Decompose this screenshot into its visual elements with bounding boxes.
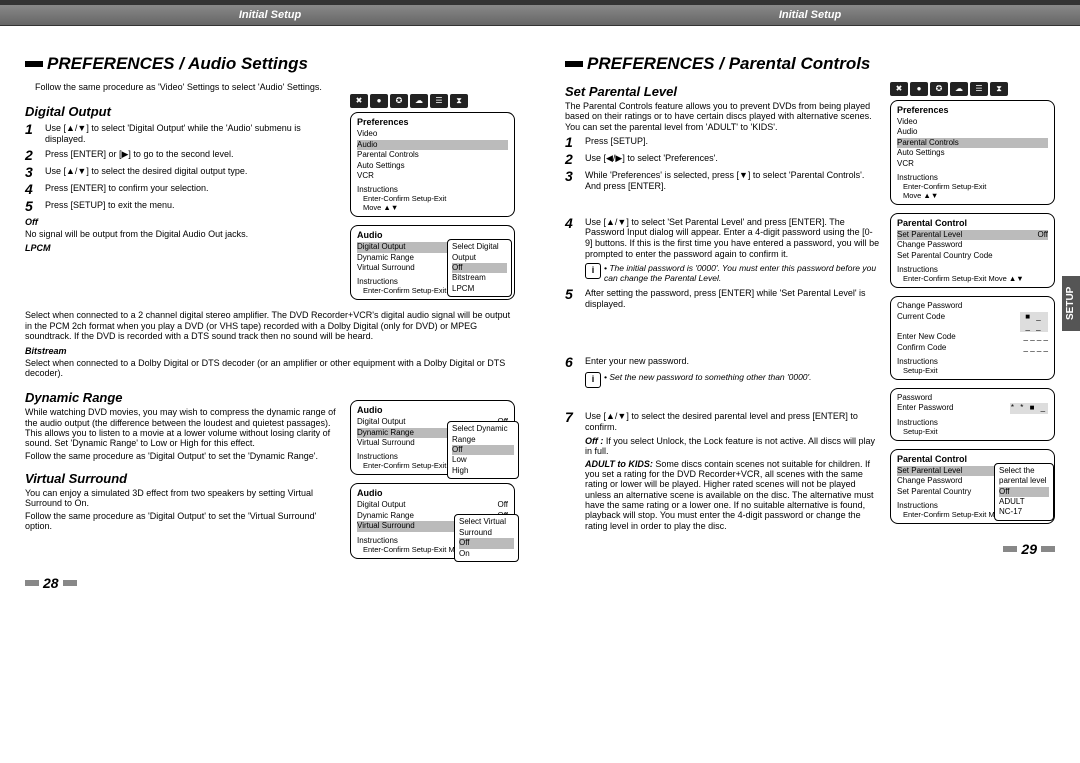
lpcm-label: LPCM — [25, 243, 340, 253]
adult-kids-note: ADULT to KIDS: Some discs contain scenes… — [585, 459, 880, 531]
osd-instr: Enter-Confirm Setup-Exit — [363, 194, 508, 203]
step-row: 3Use [▲/▼] to select the desired digital… — [25, 165, 340, 179]
osd-parental-1: Parental Control Set Parental LevelOff C… — [890, 213, 1055, 288]
osd-item: VCR — [357, 171, 508, 181]
osd-audio-digital: Audio Digital Output Dynamic Range Virtu… — [350, 225, 515, 300]
off-note: Off : If you select Unlock, the Lock fea… — [585, 436, 880, 457]
step-row: 2Press [ENTER] or [▶] to go to the secon… — [25, 148, 340, 162]
info-icon: i — [585, 263, 601, 279]
popup-item: Low — [452, 455, 514, 465]
side-tab-setup: SETUP — [1062, 276, 1080, 331]
page-left: PREFERENCES / Audio Settings Follow the … — [0, 26, 540, 601]
osd-popup: Select the parental level Off ADULT NC-1… — [994, 463, 1054, 521]
osd-change-password: Change Password Current Code■ _ _ _ Ente… — [890, 296, 1055, 380]
osd-popup: Select Virtual Surround Off On — [454, 514, 519, 562]
popup-item: Off — [452, 263, 507, 273]
osd-enter-password: Password Enter Password* * ■ _ Instructi… — [890, 388, 1055, 441]
step-row: 3While 'Preferences' is selected, press … — [565, 169, 880, 192]
osd-item: Auto Settings — [357, 161, 508, 171]
audio-intro: Follow the same procedure as 'Video' Set… — [35, 82, 515, 92]
step-row: 7Use [▲/▼] to select the desired parenta… — [565, 410, 880, 433]
step-row: 5After setting the password, press [ENTE… — [565, 287, 880, 310]
virtual-surround-title: Virtual Surround — [25, 471, 340, 486]
osd-audio-dynamic: Audio Digital OutputOff Dynamic Range Vi… — [350, 400, 515, 475]
vs-text2: Follow the same procedure as 'Digital Ou… — [25, 511, 340, 532]
osd-item: Video — [357, 129, 508, 139]
step-num: 4 — [25, 182, 45, 196]
vs-text1: You can enjoy a simulated 3D effect from… — [25, 488, 340, 509]
osd-prefs: Preferences Video Audio Parental Control… — [890, 100, 1055, 205]
info-icon: i — [585, 372, 601, 388]
osd-popup: Select Digital Output Off Bitstream LPCM — [447, 239, 512, 297]
popup-item: On — [459, 549, 514, 559]
step-text: Press [SETUP] to exit the menu. — [45, 199, 175, 213]
step-row: 5Press [SETUP] to exit the menu. — [25, 199, 340, 213]
dr-text2: Follow the same procedure as 'Digital Ou… — [25, 451, 340, 461]
step-text: Press [ENTER] or [▶] to go to the second… — [45, 148, 234, 162]
osd-title: Preferences — [357, 117, 508, 127]
section-title-audio: PREFERENCES / Audio Settings — [25, 54, 515, 74]
popup-item: Off — [459, 538, 514, 548]
digital-output-title: Digital Output — [25, 104, 340, 119]
info-note: i• The initial password is '0000'. You m… — [585, 263, 880, 283]
dynamic-range-title: Dynamic Range — [25, 390, 340, 405]
off-label: Off — [25, 217, 340, 227]
osd-title: Audio — [357, 488, 508, 498]
popup-item: High — [452, 466, 514, 476]
bitstream-text: Select when connected to a Dolby Digital… — [25, 358, 515, 379]
osd-row: Digital OutputOff — [357, 500, 508, 510]
osd-item: Parental Controls — [357, 150, 508, 160]
osd-item-hl: Audio — [357, 140, 508, 150]
osd-title: Preferences — [897, 105, 1048, 115]
page-right: PREFERENCES / Parental Controls Set Pare… — [540, 26, 1080, 601]
bitstream-label: Bitstream — [25, 346, 515, 356]
step-num: 3 — [25, 165, 45, 179]
popup-item: Bitstream — [452, 273, 507, 283]
osd-prefs: Preferences Video Audio Parental Control… — [350, 112, 515, 217]
popup-title: Select Virtual Surround — [459, 517, 514, 538]
step-row: 2Use [◀/▶] to select 'Preferences'. — [565, 152, 880, 166]
step-row: 1Press [SETUP]. — [565, 135, 880, 149]
osd-parental-2: Parental Control Set Parental Level Chan… — [890, 449, 1055, 524]
step-row: 4Use [▲/▼] to select 'Set Parental Level… — [565, 216, 880, 260]
pages: PREFERENCES / Audio Settings Follow the … — [0, 26, 1080, 601]
header-bar: Initial Setup Initial Setup — [0, 0, 1080, 26]
parental-intro: The Parental Controls feature allows you… — [565, 101, 880, 132]
osd-audio-vs: Audio Digital OutputOff Dynamic RangeOff… — [350, 483, 515, 558]
popup-title: Select Dynamic Range — [452, 424, 514, 445]
step-row: 1Use [▲/▼] to select 'Digital Output' wh… — [25, 122, 340, 145]
step-text: Use [▲/▼] to select 'Digital Output' whi… — [45, 122, 340, 145]
step-row: 6Enter your new password. — [565, 355, 880, 369]
popup-title: Select Digital Output — [452, 242, 507, 263]
info-note: i• Set the new password to something oth… — [585, 372, 880, 388]
step-text: Press [ENTER] to confirm your selection. — [45, 182, 209, 196]
step-num: 5 — [25, 199, 45, 213]
step-row: 4Press [ENTER] to confirm your selection… — [25, 182, 340, 196]
osd-icon-bar: ✖●✪☁☰⧗ — [890, 82, 1055, 96]
page-num-right: 29 — [565, 541, 1055, 557]
step-num: 1 — [25, 122, 45, 145]
osd-instr: Move ▲▼ — [363, 203, 508, 212]
step-num: 2 — [25, 148, 45, 162]
popup-item: LPCM — [452, 284, 507, 294]
osd-icon-bar: ✖●✪☁☰⧗ — [350, 94, 515, 108]
header-right: Initial Setup — [540, 5, 1080, 25]
off-text: No signal will be output from the Digita… — [25, 229, 340, 239]
set-parental-title: Set Parental Level — [565, 84, 880, 99]
header-left: Initial Setup — [0, 5, 540, 25]
popup-item: Off — [452, 445, 514, 455]
osd-popup: Select Dynamic Range Off Low High — [447, 421, 519, 479]
dr-text1: While watching DVD movies, you may wish … — [25, 407, 340, 448]
osd-title: Audio — [357, 405, 508, 415]
lpcm-text: Select when connected to a 2 channel dig… — [25, 310, 515, 341]
step-text: Use [▲/▼] to select the desired digital … — [45, 165, 247, 179]
rec-icon: ● — [370, 94, 388, 108]
osd-instr-label: Instructions — [357, 185, 508, 194]
section-title-parental: PREFERENCES / Parental Controls — [565, 54, 1055, 74]
page-num-left: 28 — [25, 575, 515, 591]
